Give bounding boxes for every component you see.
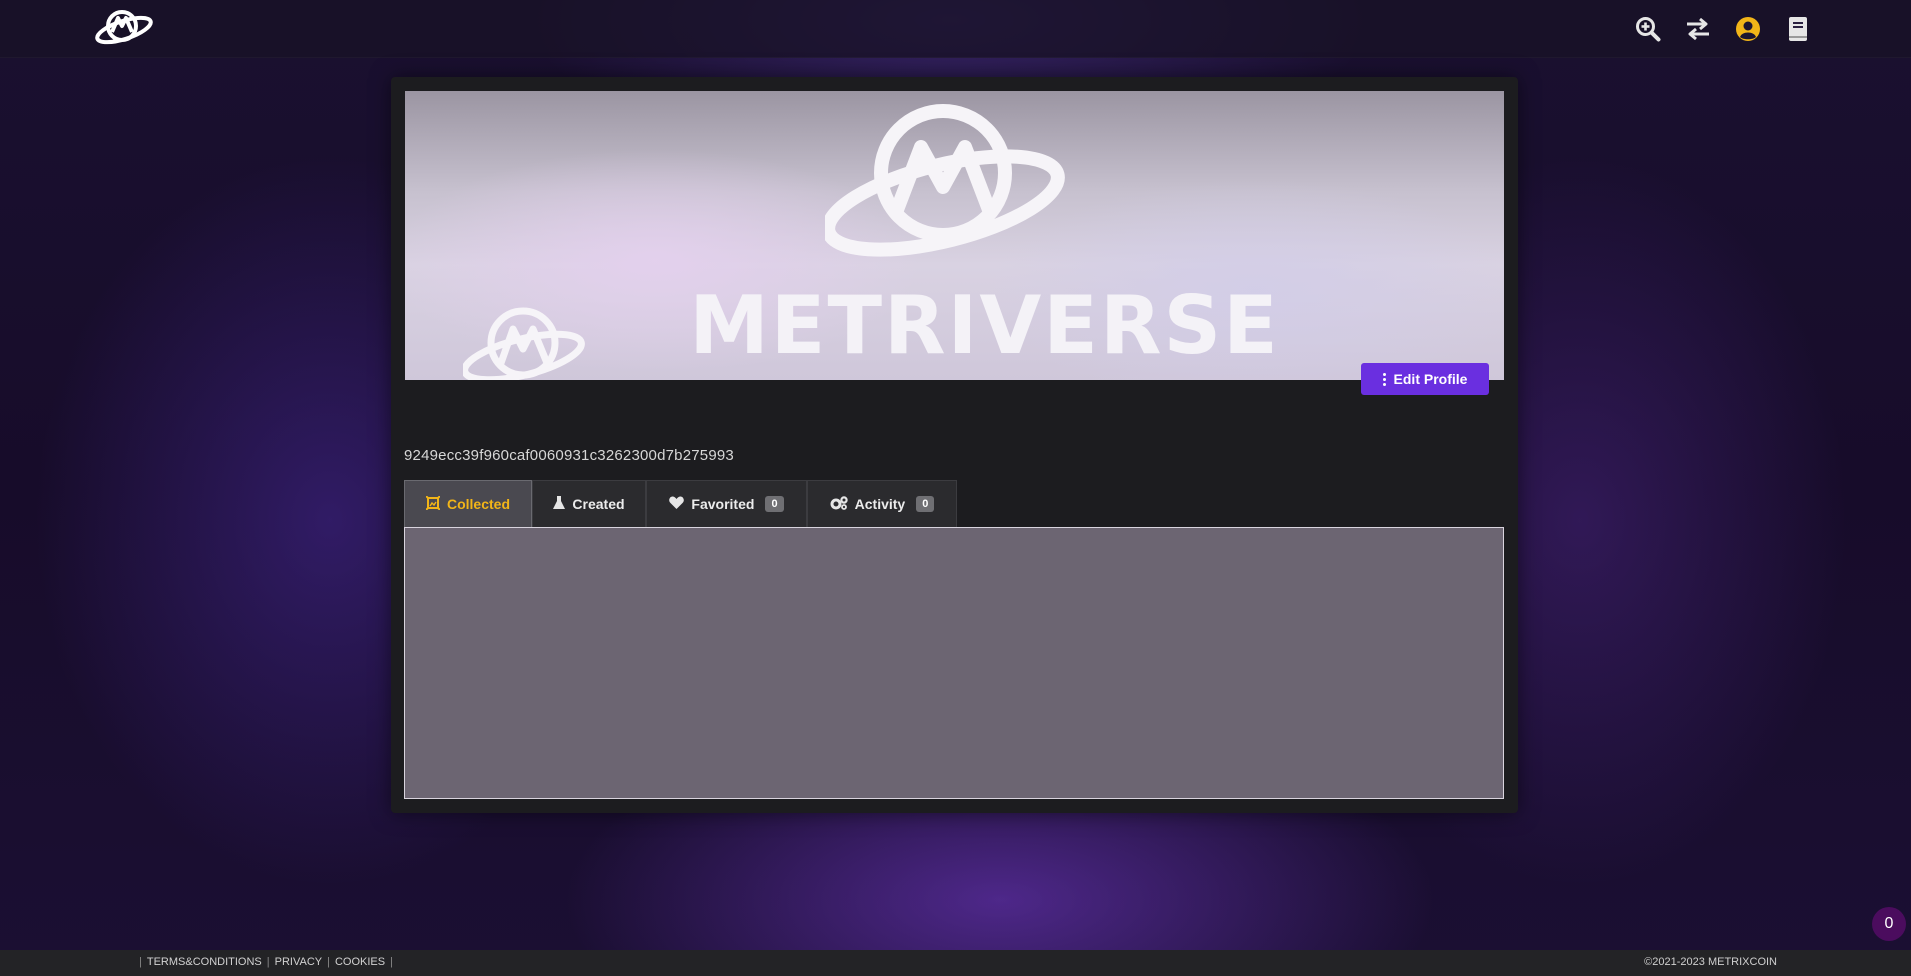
activity-count-badge: 0 [916, 496, 935, 512]
tab-activity[interactable]: Activity 0 [807, 480, 957, 527]
swap-arrows-icon[interactable] [1685, 16, 1711, 42]
cookies-link[interactable]: COOKIES [335, 956, 385, 968]
footer-separator: | [139, 956, 142, 968]
footer-links: | TERMS&CONDITIONS | PRIVACY | COOKIES | [139, 956, 393, 968]
user-circle-icon[interactable] [1735, 16, 1761, 42]
terms-link[interactable]: TERMS&CONDITIONS [147, 956, 262, 968]
metriverse-logo-icon[interactable] [92, 4, 156, 52]
footer: | TERMS&CONDITIONS | PRIVACY | COOKIES |… [0, 950, 1911, 976]
tab-created[interactable]: Created [532, 480, 646, 527]
footer-separator: | [390, 956, 393, 968]
zoom-in-icon[interactable] [1635, 16, 1661, 42]
tab-label: Created [572, 496, 625, 512]
favorited-count-badge: 0 [765, 496, 784, 512]
wallet-address: 9249ecc39f960caf0060931c3262300d7b275993 [404, 447, 734, 464]
tab-label: Favorited [691, 496, 755, 512]
flask-icon [553, 495, 566, 513]
tab-label: Collected [446, 496, 510, 512]
header-actions [1635, 16, 1811, 42]
tab-collected[interactable]: Collected [404, 480, 532, 527]
footer-separator: | [266, 956, 270, 968]
profile-tabs: Collected Created Favorited 0 Activity 0 [404, 480, 957, 527]
heart-icon [669, 496, 685, 512]
tab-favorited[interactable]: Favorited 0 [646, 480, 807, 527]
gears-icon [830, 495, 848, 513]
copyright-text: ©2021-2023 METRIXCOIN [1644, 956, 1777, 968]
footer-separator: | [327, 956, 330, 968]
vertical-dots-icon [1382, 372, 1386, 386]
chat-count-button[interactable]: 0 [1872, 907, 1906, 941]
edit-profile-label: Edit Profile [1393, 371, 1468, 387]
tab-content-panel [404, 527, 1504, 799]
tab-label: Activity [854, 496, 906, 512]
edit-profile-button[interactable]: Edit Profile [1361, 363, 1489, 395]
book-icon[interactable] [1785, 16, 1811, 42]
frame-icon [425, 494, 441, 513]
privacy-link[interactable]: PRIVACY [275, 956, 322, 968]
banner-planet-logo-icon [821, 103, 1065, 263]
avatar [461, 307, 585, 380]
top-navbar [0, 0, 1911, 58]
profile-banner: METRIVERSE [405, 91, 1504, 380]
